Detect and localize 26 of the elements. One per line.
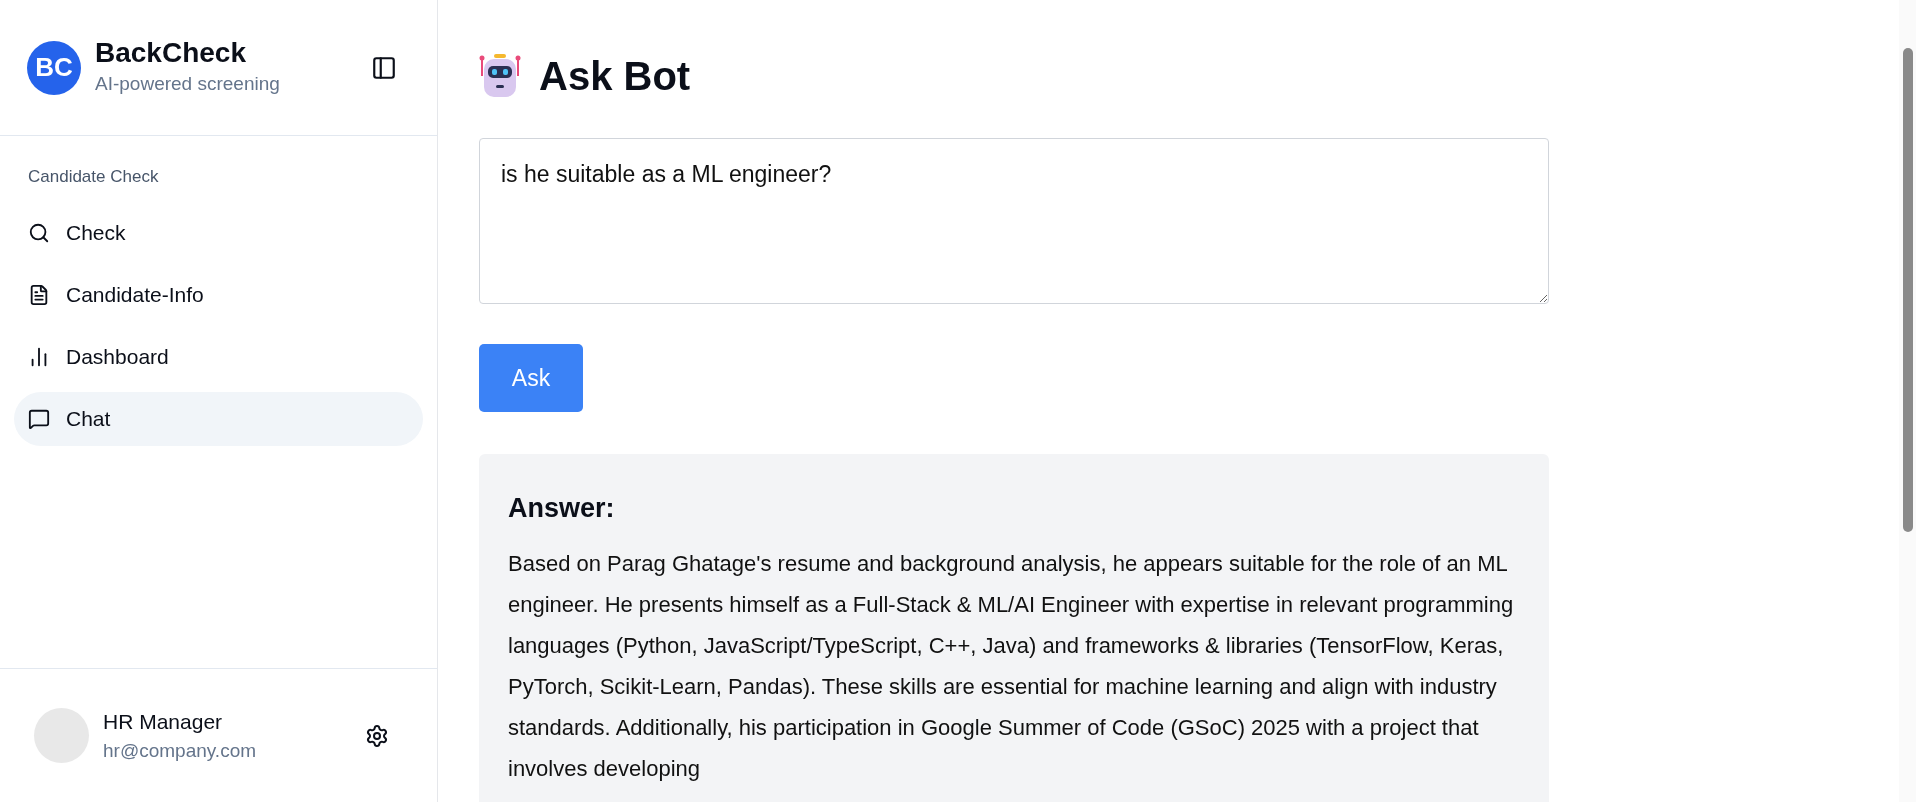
sidebar-item-label: Chat: [66, 405, 111, 432]
answer-heading: Answer:: [508, 492, 616, 525]
scrollbar[interactable]: [1899, 0, 1916, 802]
answer-text: Based on Parag Ghatage's resume and background analysis, he appears suitable for the role of an ML engineer. He presents himself as a Full-Stack & ML/AI Engineer with expertise in relevant programming languages (Python, JavaScript/TypeScript, C++, Java) and frameworks & libraries (TensorFlow, Keras, PyTorch, Scikit-Learn, Pandas). These skills are essential for machine learning and align with industry standards. Additionally, his participation in Google Summer of Code (GSoC) 2025 with a project that involves developing: [508, 549, 1515, 783]
robot-icon: [479, 54, 521, 98]
sidebar-item-label: Dashboard: [66, 343, 169, 370]
app-tagline: AI-powered screening: [95, 72, 280, 97]
question-field[interactable]: is he suitable as a ML engineer?: [479, 138, 1549, 304]
sidebar-item[interactable]: Dashboard: [14, 329, 423, 384]
page-title: Ask Bot: [539, 53, 691, 100]
ask-button[interactable]: Ask: [479, 344, 583, 412]
document-icon: [28, 283, 50, 306]
sidebar-item[interactable]: Chat: [14, 391, 423, 446]
sidebar-item[interactable]: Candidate-Info: [14, 267, 423, 322]
sidebar-item-label: Check: [66, 219, 126, 246]
sidebar-item-label: Candidate-Info: [66, 281, 204, 308]
logo-badge: BC: [27, 40, 81, 95]
user-email: hr@company.com: [103, 739, 257, 763]
user-name: HR Manager: [103, 708, 224, 735]
app-name: BackCheck: [95, 36, 247, 71]
sidebar-toggle-icon[interactable]: [371, 54, 397, 81]
settings-icon[interactable]: [365, 723, 389, 748]
search-icon: [28, 221, 50, 244]
sidebar-item[interactable]: Check: [14, 205, 423, 260]
speech-bubble-icon: [28, 407, 50, 430]
section-label: Candidate Check: [27, 166, 160, 188]
